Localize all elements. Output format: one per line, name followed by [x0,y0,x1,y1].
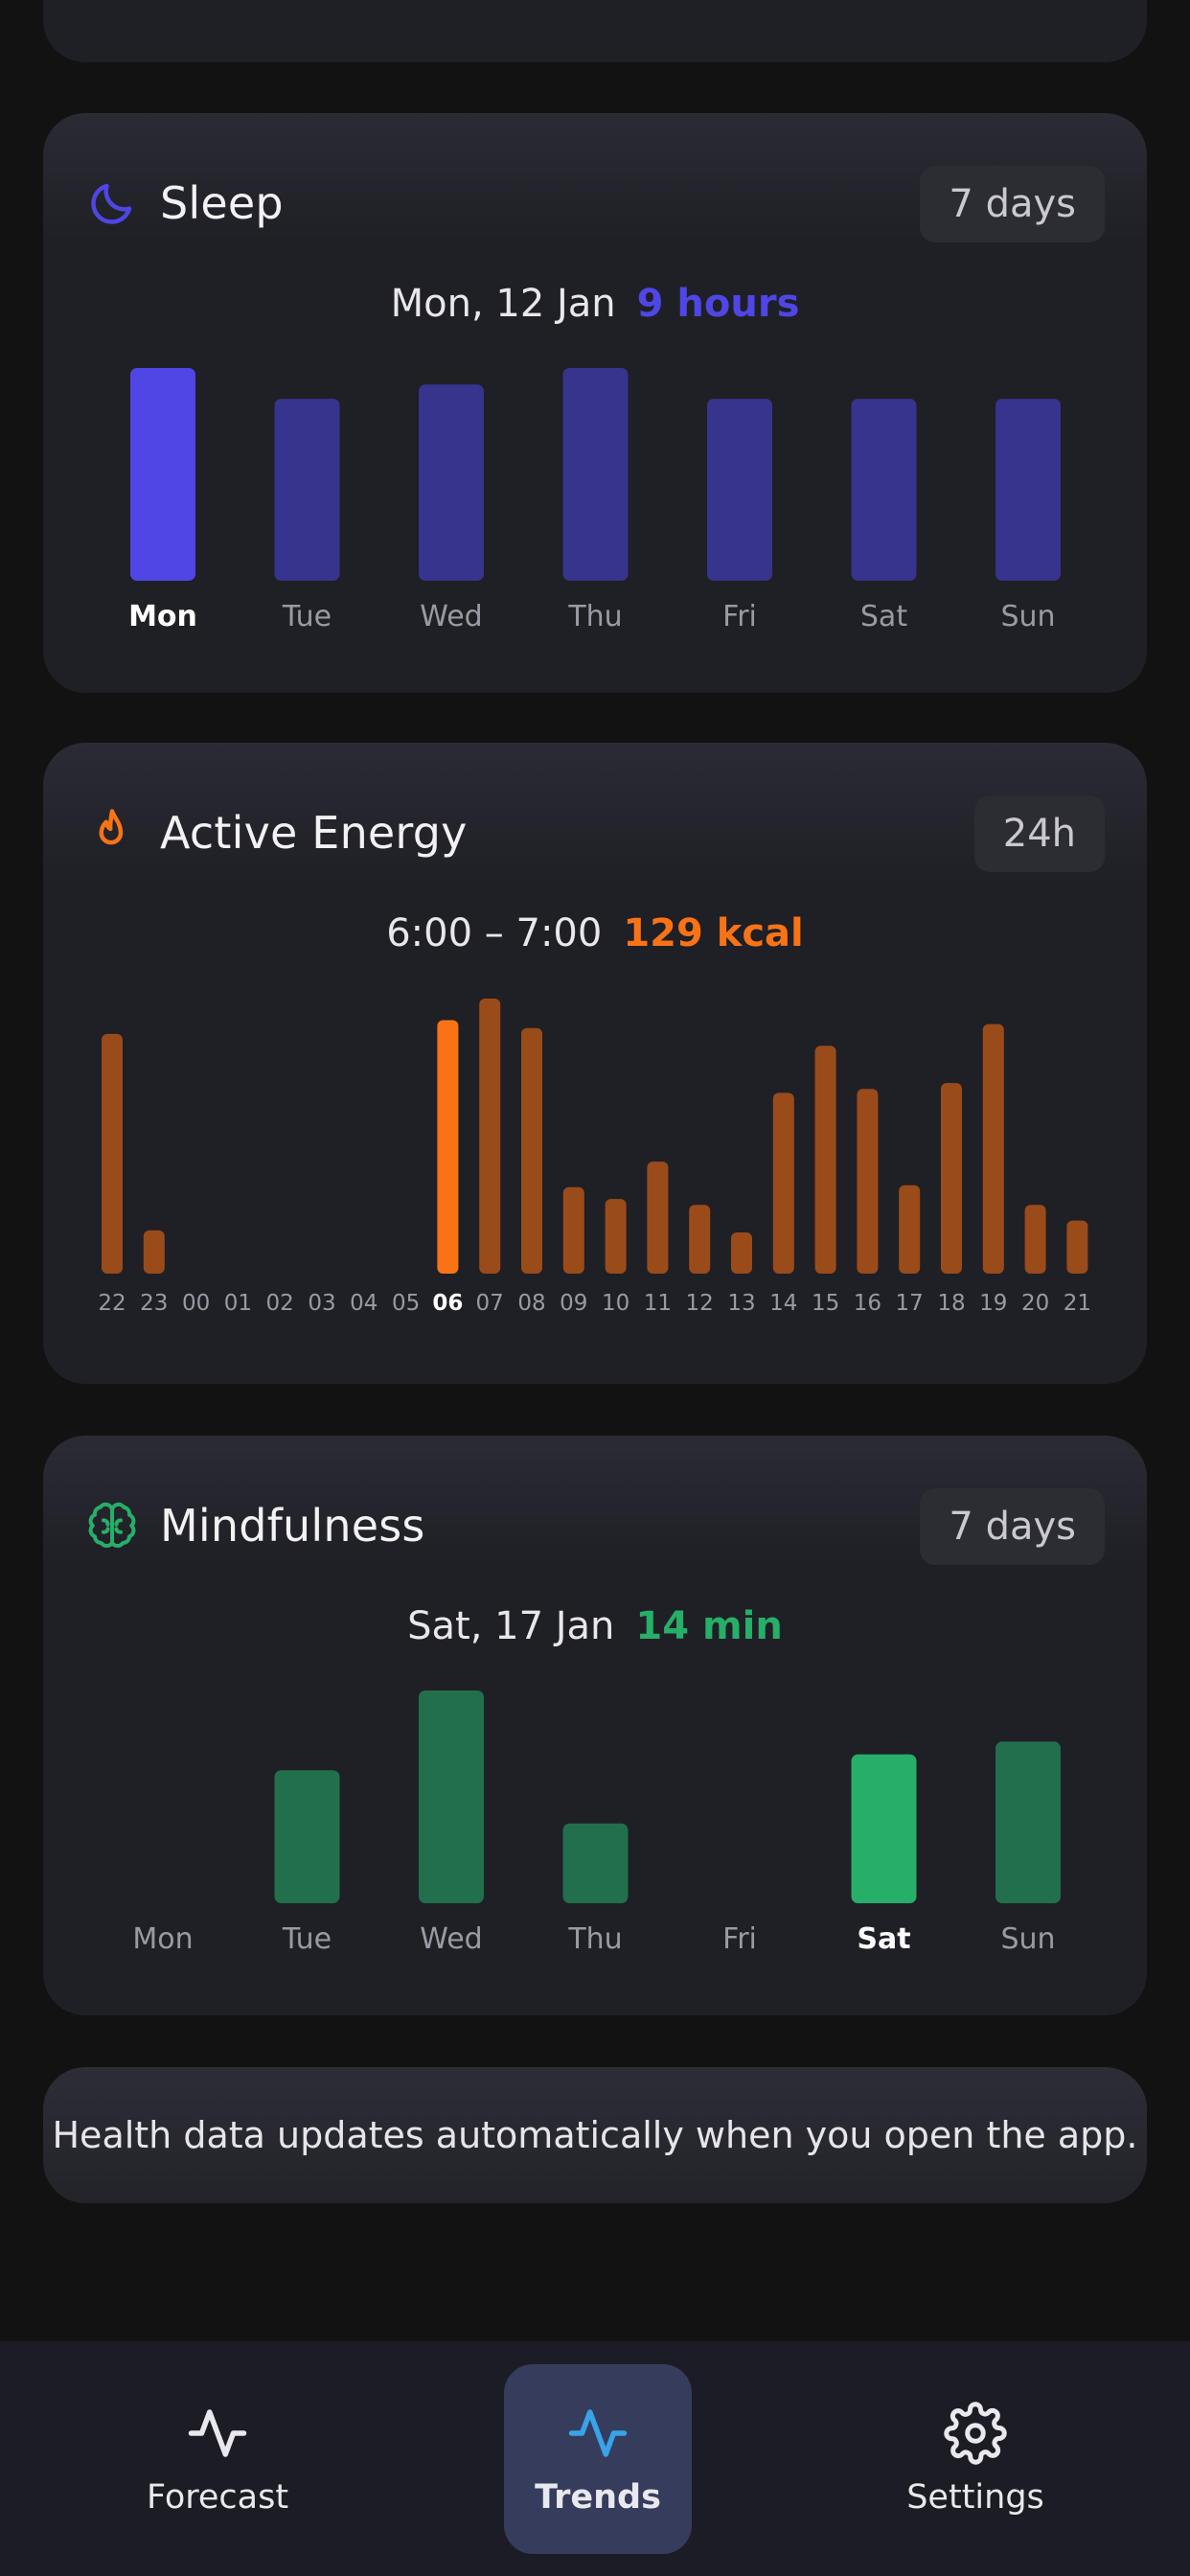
chart-tick-label: 15 [812,1291,839,1316]
chart-tick-label: Thu [567,600,622,633]
chart-tick-label: Fri [722,600,757,633]
chart-bar-16[interactable] [857,1089,879,1274]
chart-tick-label: 07 [476,1291,504,1316]
chart-tick-label: 04 [350,1291,378,1316]
chart-bar-Sun[interactable] [995,399,1061,581]
chart-tick-label: 13 [727,1291,755,1316]
chart-bar-17[interactable] [899,1184,921,1274]
chart-tick-label: Thu [567,1922,622,1956]
activity-icon [188,2409,247,2457]
chart-bar-Tue[interactable] [274,399,340,581]
energy-chart[interactable]: 22 23 00 01 02 03 04 05 06 07 08 09 10 11 12 13 14 15 16 17… [43,743,1147,1384]
chart-bar-06[interactable] [437,1020,459,1274]
nav-settings-label: Settings [906,2478,1044,2517]
chart-tick-label: 05 [392,1291,420,1316]
gear-icon [944,2402,1007,2465]
chart-bar-Tue[interactable] [274,1770,340,1903]
chart-tick-label: Sun [1000,1922,1055,1956]
chart-tick-label: 14 [769,1291,797,1316]
chart-bar-15[interactable] [814,1046,836,1274]
chart-tick-label: 16 [854,1291,881,1316]
chart-tick-label: 22 [98,1291,126,1316]
bottom-navigation: Forecast Trends Settings [0,2341,1190,2576]
chart-tick-label: Sat [860,600,907,633]
chart-bar-12[interactable] [689,1205,711,1274]
chart-tick-label: 02 [266,1291,294,1316]
chart-bar-Mon[interactable] [130,368,195,581]
chart-tick-label: 18 [937,1291,965,1316]
chart-bar-Sun[interactable] [995,1741,1061,1903]
chart-tick-label: 23 [140,1291,168,1316]
chart-bar-19[interactable] [982,1024,1004,1274]
chart-bar-22[interactable] [102,1033,123,1274]
nav-forecast-label: Forecast [146,2478,289,2517]
activity-icon [568,2409,628,2457]
previous-card [43,0,1147,62]
sleep-card[interactable]: Sleep 7 days Mon, 12 Jan 9 hours Mon Tue We… [43,113,1147,693]
chart-bar-Thu[interactable] [562,368,629,581]
chart-tick-label: 17 [896,1291,924,1316]
chart-tick-label: Sun [1000,600,1055,633]
chart-bar-Fri[interactable] [707,399,772,581]
chart-bar-Wed[interactable] [419,384,484,581]
chart-bar-Wed[interactable] [419,1690,484,1903]
chart-bar-13[interactable] [731,1231,752,1274]
chart-bar-10[interactable] [605,1199,627,1274]
chart-bar-Thu[interactable] [562,1823,629,1903]
chart-tick-label: 21 [1064,1291,1091,1316]
chart-tick-label: 10 [602,1291,629,1316]
nav-trends-label: Trends [535,2478,661,2517]
chart-bar-07[interactable] [479,999,501,1274]
chart-tick-label: Wed [420,1922,482,1956]
chart-tick-label: Mon [128,600,197,633]
chart-tick-label: 19 [979,1291,1007,1316]
mindfulness-card[interactable]: Mindfulness 7 days Sat, 17 Jan 14 min Mon… [43,1436,1147,2015]
nav-settings[interactable]: Settings [881,2364,1069,2554]
chart-tick-label: 12 [686,1291,714,1316]
chart-bar-09[interactable] [562,1186,584,1274]
chart-tick-label: 06 [432,1291,463,1316]
chart-bar-08[interactable] [521,1027,542,1274]
info-note: Health data updates automatically when y… [43,2067,1147,2203]
chart-bar-14[interactable] [772,1092,794,1274]
chart-tick-label: 09 [560,1291,587,1316]
chart-tick-label: 03 [308,1291,335,1316]
chart-tick-label: Tue [282,600,332,633]
chart-bar-11[interactable] [647,1162,669,1274]
nav-forecast[interactable]: Forecast [124,2364,311,2554]
chart-bar-23[interactable] [143,1230,165,1274]
mindfulness-chart[interactable]: Mon Tue Wed Thu Fri Sat Sun [43,1436,1147,2015]
chart-tick-label: Tue [282,1922,332,1956]
chart-bar-20[interactable] [1024,1205,1046,1274]
chart-bar-Sat[interactable] [851,399,917,581]
sleep-chart[interactable]: Mon Tue Wed Thu Fri Sat Sun [43,113,1147,693]
chart-tick-label: 08 [517,1291,545,1316]
chart-tick-label: 01 [224,1291,252,1316]
chart-tick-label: Wed [420,600,482,633]
chart-tick-label: 11 [644,1291,672,1316]
info-note-text: Health data updates automatically when y… [52,2114,1138,2156]
nav-trends[interactable]: Trends [504,2364,692,2554]
active-energy-card[interactable]: Active Energy 24h 6:00 – 7:00 129 kcal 22… [43,743,1147,1384]
chart-bar-Sat[interactable] [851,1754,917,1903]
chart-tick-label: 00 [182,1291,210,1316]
chart-tick-label: Fri [722,1922,757,1956]
chart-tick-label: Mon [132,1922,193,1956]
chart-bar-21[interactable] [1066,1220,1088,1274]
chart-tick-label: 20 [1021,1291,1049,1316]
chart-tick-label: Sat [857,1922,910,1956]
chart-bar-18[interactable] [941,1083,962,1274]
